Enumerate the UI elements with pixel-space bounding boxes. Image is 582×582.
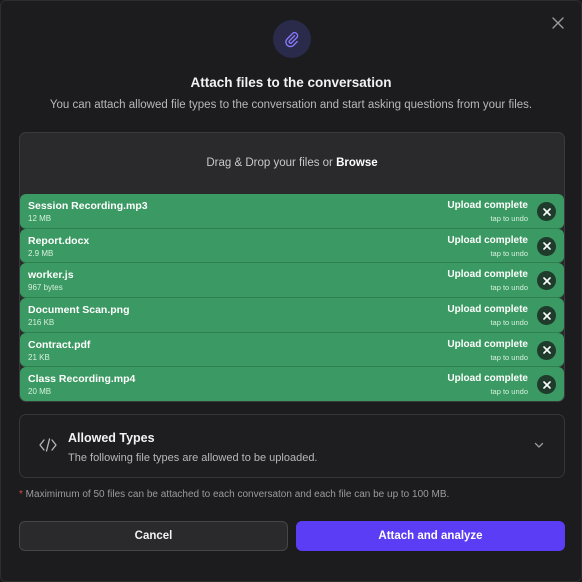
browse-link[interactable]: Browse	[336, 157, 378, 169]
upload-status: Upload complete	[447, 269, 528, 281]
modal-title: Attach files to the conversation	[190, 75, 392, 90]
remove-file-button[interactable]	[537, 202, 556, 221]
dropzone-prefix: Drag & Drop your files or	[206, 157, 337, 169]
allowed-types-description: The following file types are allowed to …	[68, 452, 318, 464]
allowed-types-title: Allowed Types	[68, 431, 155, 445]
close-button[interactable]	[549, 14, 567, 32]
upload-limits-note: * Maximimum of 50 files can be attached …	[19, 489, 449, 500]
close-icon	[542, 311, 551, 320]
file-row[interactable]: Class Recording.mp4 20 MB Upload complete t…	[20, 367, 564, 401]
close-icon	[542, 242, 551, 250]
remove-file-button[interactable]	[537, 375, 556, 395]
attach-and-analyze-button[interactable]: Attach and analyze	[296, 521, 565, 551]
file-size: 216 KB	[28, 318, 55, 328]
paperclip-icon	[285, 32, 299, 48]
file-row[interactable]: Report.docx 2.9 MB Upload complete tap to u…	[20, 228, 564, 264]
file-name: Session Recording.mp3	[28, 200, 148, 212]
undo-hint[interactable]: tap to undo	[490, 318, 528, 327]
upload-status: Upload complete	[447, 338, 528, 350]
file-size: 967 bytes	[28, 283, 63, 293]
file-row[interactable]: Session Recording.mp3 12 MB Upload complet…	[20, 194, 564, 229]
upload-status: Upload complete	[447, 373, 528, 385]
remove-file-button[interactable]	[537, 340, 556, 360]
remove-file-button[interactable]	[537, 271, 556, 291]
file-size: 2.9 MB	[28, 248, 54, 258]
header-icon-badge	[273, 20, 311, 58]
file-size: 20 MB	[28, 387, 52, 397]
chevron-down-icon	[534, 442, 544, 448]
file-size: 21 KB	[28, 352, 50, 362]
upload-limits-text: Maximimum of 50 files can be attached to…	[22, 489, 450, 500]
modal-subtitle: You can attach allowed file types to the…	[49, 99, 533, 111]
file-dropzone[interactable]: Drag & Drop your files or Browse Session…	[19, 132, 565, 402]
undo-hint[interactable]: tap to undo	[490, 283, 528, 292]
file-name: Contract.pdf	[28, 338, 91, 351]
close-icon	[542, 381, 551, 389]
file-row[interactable]: Contract.pdf 21 KB Upload complete tap to u…	[20, 332, 564, 368]
file-row[interactable]: worker.js 967 bytes Upload complete tap to …	[20, 263, 564, 299]
close-icon	[542, 346, 551, 355]
upload-status: Upload complete	[447, 234, 528, 246]
undo-hint[interactable]: tap to undo	[490, 387, 528, 396]
file-name: Report.docx	[28, 234, 90, 247]
code-icon	[39, 438, 57, 452]
upload-status: Upload complete	[447, 304, 528, 316]
uploaded-file-list: Session Recording.mp3 12 MB Upload complet…	[20, 194, 564, 401]
dropzone-instructions: Drag & Drop your files or Browse	[20, 157, 564, 169]
file-name: Class Recording.mp4	[28, 373, 136, 386]
undo-hint[interactable]: tap to undo	[490, 249, 528, 258]
close-icon	[552, 17, 564, 29]
remove-file-button[interactable]	[537, 236, 556, 256]
close-icon	[542, 207, 551, 216]
file-size: 12 MB	[28, 214, 52, 223]
remove-file-button[interactable]	[537, 306, 556, 326]
attach-files-modal: Attach files to the conversation You can…	[0, 0, 582, 582]
undo-hint[interactable]: tap to undo	[490, 214, 528, 223]
file-name: worker.js	[28, 269, 74, 282]
cancel-button[interactable]: Cancel	[19, 521, 288, 551]
file-name: Document Scan.png	[28, 304, 130, 317]
upload-status: Upload complete	[447, 200, 528, 211]
file-row[interactable]: Document Scan.png 216 KB Upload complete ta…	[20, 298, 564, 333]
allowed-types-accordion[interactable]: Allowed Types The following file types a…	[19, 414, 565, 478]
close-icon	[542, 277, 551, 285]
undo-hint[interactable]: tap to undo	[490, 353, 528, 362]
